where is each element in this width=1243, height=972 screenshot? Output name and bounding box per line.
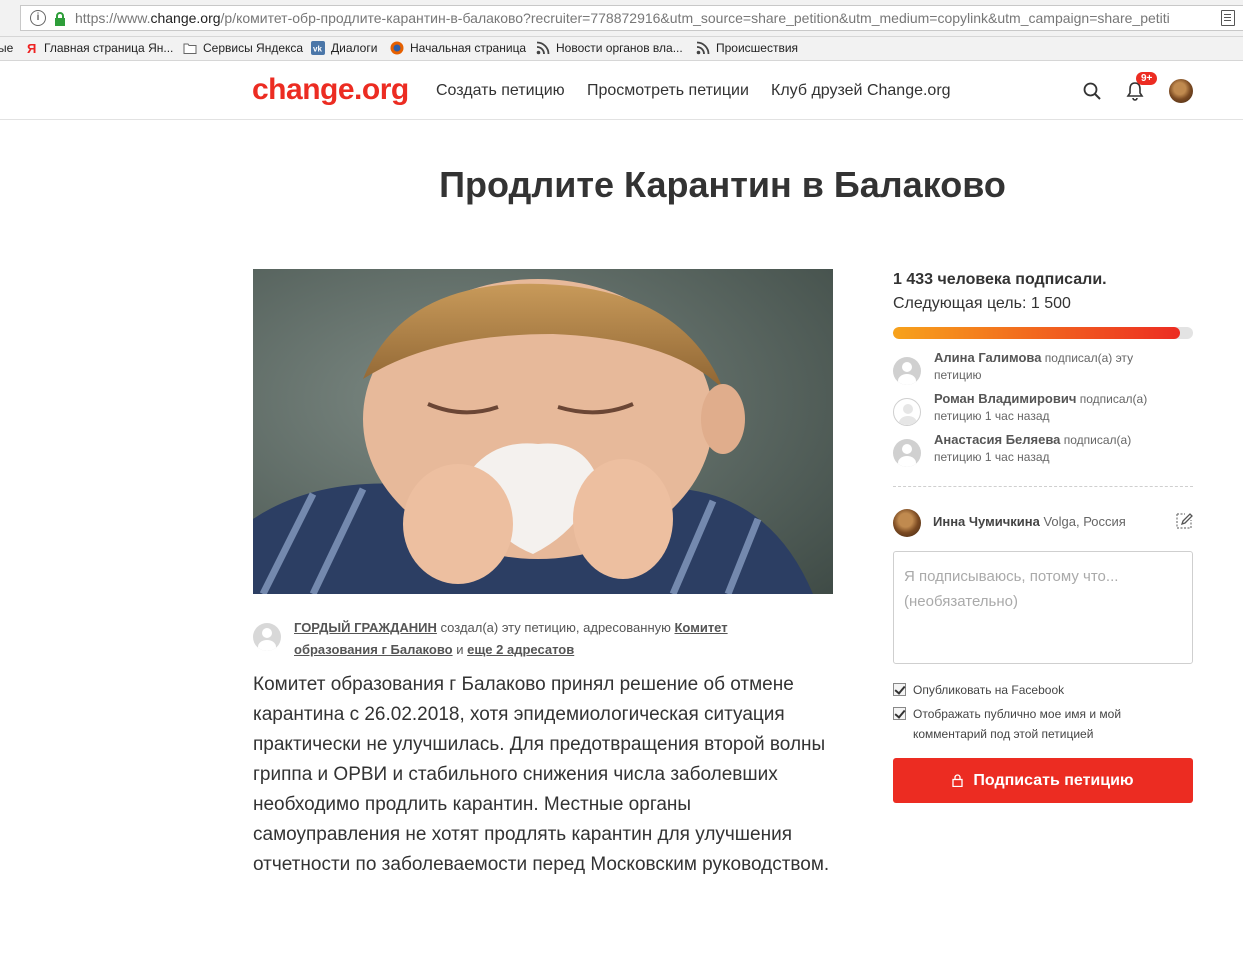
vk-icon: vk <box>311 41 325 55</box>
progress-fill <box>893 327 1180 339</box>
divider <box>893 486 1193 487</box>
signer-identity: Инна Чумичкина Volga, Россия <box>933 514 1126 529</box>
creator-line: ГОРДЫЙ ГРАЖДАНИН создал(а) эту петицию, … <box>294 620 728 657</box>
creator-avatar <box>253 623 281 651</box>
page-title: Продлите Карантин в Балаково <box>439 164 1006 205</box>
avatar <box>893 398 921 426</box>
browser-address-bar: i https://www.change.org/p/комитет-обр-п… <box>0 0 1243 37</box>
url-text[interactable]: https://www.change.org/p/комитет-обр-про… <box>75 10 1200 26</box>
rss-icon <box>536 41 550 55</box>
signer-avatar <box>893 509 921 537</box>
bookmarks-bar: ые Я Главная страница Ян... Сервисы Янде… <box>0 37 1243 61</box>
signature-progress-bar <box>893 327 1193 339</box>
folder-icon <box>183 43 197 54</box>
more-targets-link[interactable]: еще 2 адресатов <box>467 642 574 657</box>
petition-image <box>253 269 833 594</box>
notification-badge[interactable]: 9+ <box>1136 72 1158 85</box>
nav-start-petition[interactable]: Создать петицию <box>436 82 565 100</box>
svg-text:Я: Я <box>27 41 36 55</box>
edit-icon[interactable] <box>1174 511 1194 531</box>
reader-view-icon[interactable] <box>1221 10 1235 26</box>
public-name-checkbox[interactable] <box>893 707 906 720</box>
creator-link[interactable]: ГОРДЫЙ ГРАЖДАНИН <box>294 620 437 635</box>
svg-text:vk: vk <box>313 45 322 54</box>
lock-icon <box>952 774 964 787</box>
signature-count: 1 433 человека подписали. <box>893 271 1107 288</box>
info-icon[interactable]: i <box>30 10 46 26</box>
nav-browse-petitions[interactable]: Просмотреть петиции <box>587 82 749 100</box>
avatar <box>893 357 921 385</box>
yandex-icon: Я <box>27 41 36 55</box>
search-icon[interactable] <box>1083 82 1101 100</box>
bookmark-yandex-main[interactable]: Я Главная страница Ян... <box>24 41 173 55</box>
bookmark-item[interactable]: ые <box>0 41 13 55</box>
next-goal: Следующая цель: 1 500 <box>893 295 1071 312</box>
reason-textarea[interactable] <box>893 551 1193 664</box>
bookmark-gov-news[interactable]: Новости органов вла... <box>536 41 683 55</box>
avatar <box>893 439 921 467</box>
url-field[interactable]: i https://www.change.org/p/комитет-обр-п… <box>20 5 1243 31</box>
bookmark-yandex-services[interactable]: Сервисы Яндекса <box>183 41 303 55</box>
user-avatar[interactable] <box>1169 79 1193 103</box>
rss-icon <box>696 41 710 55</box>
bookmark-dialogs[interactable]: vk Диалоги <box>311 41 377 55</box>
petition-description: Комитет образования г Балаково принял ре… <box>253 674 830 875</box>
nav-friends-club[interactable]: Клуб друзей Change.org <box>771 82 951 100</box>
facebook-checkbox[interactable] <box>893 683 906 696</box>
bookmark-start-page[interactable]: Начальная страница <box>390 41 526 55</box>
firefox-icon <box>390 41 404 55</box>
lock-icon <box>55 12 65 26</box>
bookmark-incidents[interactable]: Происшествия <box>696 41 798 55</box>
change-org-logo[interactable]: change.org <box>252 73 409 107</box>
site-header: change.org Создать петицию Просмотреть п… <box>0 62 1243 120</box>
sign-petition-button[interactable]: Подписать петицию <box>893 758 1193 803</box>
